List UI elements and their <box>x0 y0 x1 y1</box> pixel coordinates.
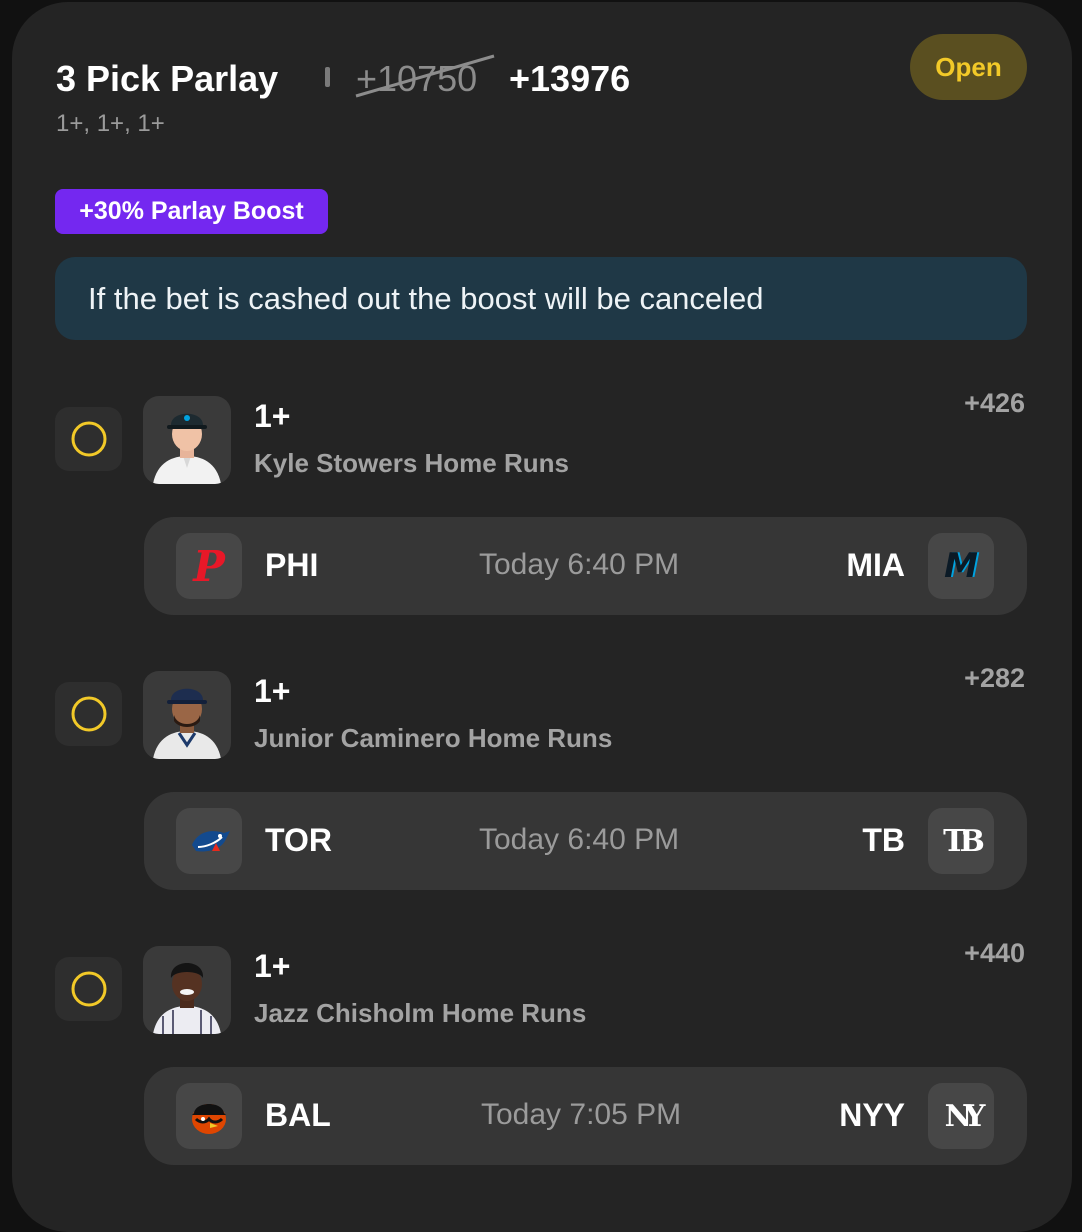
away-team: BAL <box>265 1097 331 1133</box>
pick-status-indicator <box>55 957 122 1021</box>
pick-leg: 1+ Jazz Chisholm Home Runs +440 BAL Toda… <box>0 938 1082 1166</box>
marlins-logo-icon: M <box>928 533 994 599</box>
player-headshot <box>143 671 231 759</box>
game-time: Today 7:05 PM <box>481 1098 682 1131</box>
pick-odds: +440 <box>964 938 1025 968</box>
strikethrough-line <box>355 54 495 98</box>
player-headshot <box>143 946 231 1034</box>
pick-market: Jazz Chisholm Home Runs <box>254 998 587 1028</box>
game-row[interactable]: P PHI Today 6:40 PM MIA M <box>144 517 1027 615</box>
home-team: NYY <box>839 1097 905 1133</box>
pick-leg: 1+ Junior Caminero Home Runs +282 TOR To… <box>0 663 1082 891</box>
parlay-title: 3 Pick Parlay <box>56 58 279 99</box>
game-row[interactable]: TOR Today 6:40 PM TB TB <box>144 792 1027 890</box>
status-badge: Open <box>910 34 1027 100</box>
orioles-logo-icon <box>176 1083 242 1149</box>
player-avatar-icon <box>153 413 221 484</box>
away-team: PHI <box>265 547 319 583</box>
pick-line: 1+ <box>254 398 291 434</box>
pending-circle-icon <box>71 421 106 457</box>
parlay-legs-summary: 1+, 1+, 1+ <box>56 110 165 137</box>
player-avatar-icon <box>153 963 221 1034</box>
pick-line: 1+ <box>254 673 291 709</box>
header-divider <box>325 67 330 87</box>
home-team: TB <box>862 822 905 858</box>
pick-odds: +426 <box>964 388 1025 418</box>
game-row[interactable]: BAL Today 7:05 PM NYY NY <box>144 1067 1027 1165</box>
pending-circle-icon <box>71 971 106 1007</box>
pending-circle-icon <box>71 696 106 732</box>
pick-leg: 1+ Kyle Stowers Home Runs +426 P PHI Tod… <box>0 388 1082 616</box>
pick-odds: +282 <box>964 663 1025 693</box>
game-time: Today 6:40 PM <box>479 823 680 856</box>
home-team: MIA <box>846 547 905 583</box>
pick-line: 1+ <box>254 948 291 984</box>
phillies-logo-icon: P <box>176 533 242 599</box>
rays-logo-icon: TB <box>928 808 994 874</box>
player-avatar-icon <box>153 688 221 759</box>
player-headshot <box>143 396 231 484</box>
boosted-odds: +13976 <box>509 58 631 99</box>
pick-status-indicator <box>55 682 122 746</box>
game-time: Today 6:40 PM <box>479 548 680 581</box>
yankees-logo-icon: NY <box>928 1083 994 1149</box>
pick-market: Junior Caminero Home Runs <box>254 723 613 753</box>
blue-jays-logo-icon <box>176 808 242 874</box>
pick-status-indicator <box>55 407 122 471</box>
parlay-boost-badge: +30% Parlay Boost <box>55 189 328 234</box>
pick-market: Kyle Stowers Home Runs <box>254 448 569 478</box>
away-team: TOR <box>265 822 332 858</box>
boost-cashout-notice: If the bet is cashed out the boost will … <box>55 257 1027 340</box>
